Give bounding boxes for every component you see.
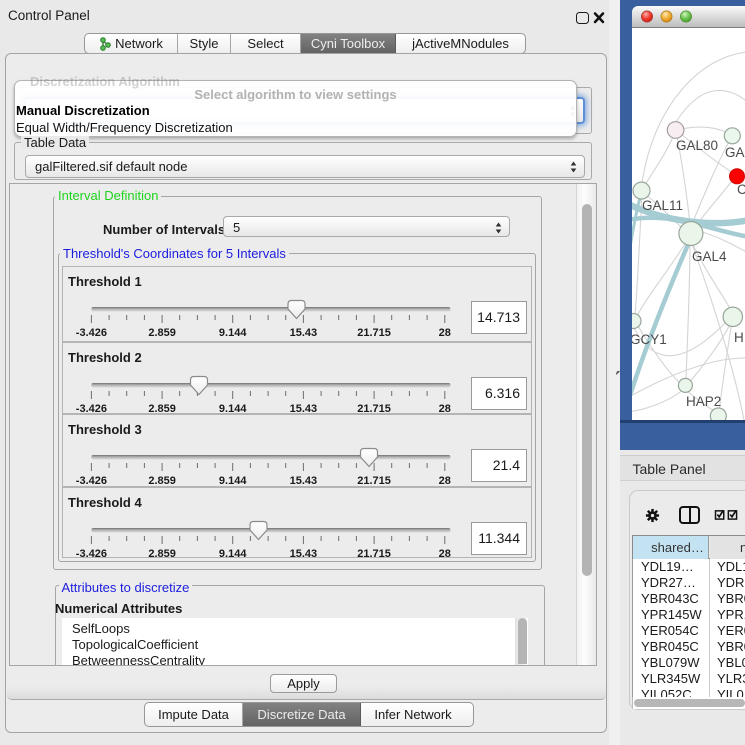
svg-text:15.43: 15.43	[290, 327, 318, 339]
svg-text:GAL80: GAL80	[676, 138, 718, 153]
svg-text:GAL11: GAL11	[642, 198, 683, 213]
svg-text:21.715: 21.715	[357, 327, 391, 339]
svg-text:GAL3: GAL3	[725, 145, 745, 160]
svg-text:CRP: CRP	[737, 182, 745, 197]
svg-text:GAL4: GAL4	[692, 249, 727, 264]
svg-text:GCY1: GCY1	[632, 332, 667, 347]
svg-text:HIS4: HIS4	[734, 330, 745, 345]
svg-text:-3.426: -3.426	[76, 327, 107, 339]
svg-text:2.859: 2.859	[148, 327, 176, 339]
svg-text:HAP2: HAP2	[686, 394, 721, 409]
svg-text:28: 28	[439, 327, 451, 339]
svg-text:9.144: 9.144	[219, 327, 247, 339]
